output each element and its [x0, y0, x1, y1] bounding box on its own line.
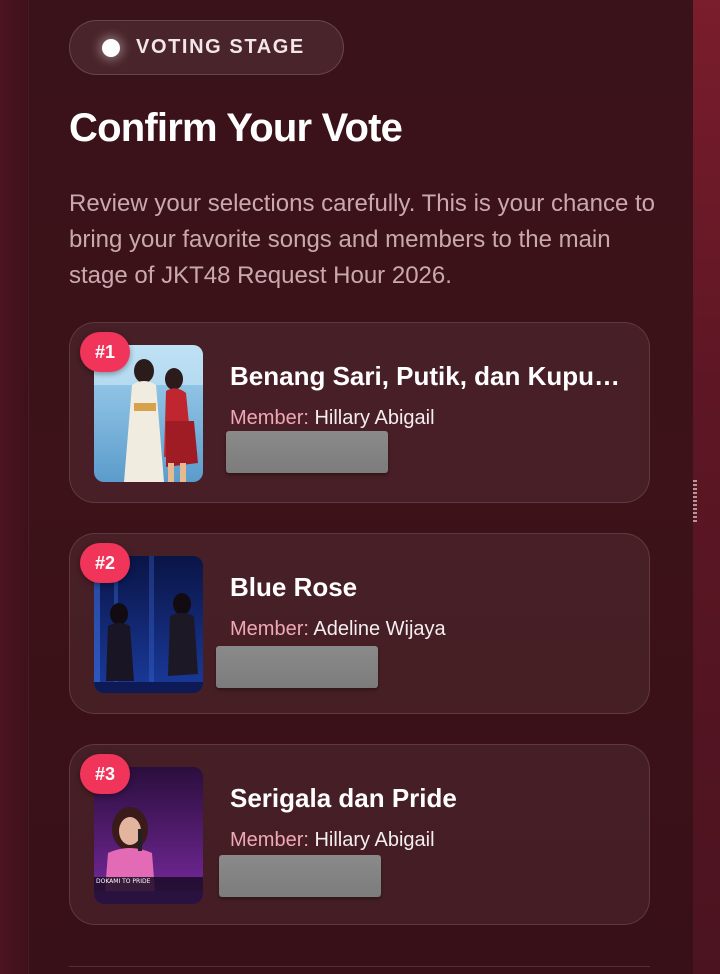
member-label: Member: [230, 618, 309, 640]
rank-badge: #1 [80, 332, 130, 372]
member-line: Member: Hillary Abigail [230, 407, 435, 430]
stage-label: VOTING STAGE [136, 36, 305, 58]
redacted-block [216, 646, 378, 688]
scrollbar[interactable] [693, 0, 720, 974]
redacted-block [226, 431, 388, 473]
scroll-indicator [693, 480, 697, 524]
status-dot-icon [102, 38, 120, 57]
redacted-block [219, 855, 381, 897]
vote-card-3[interactable]: DOKAMI TO PRIDE #3 Serigala dan Pride Me… [69, 744, 650, 925]
rank-badge: #3 [80, 754, 130, 794]
member-label: Member: [230, 407, 309, 429]
vote-card-1[interactable]: #1 Benang Sari, Putik, dan Kupu-kupu Mem… [69, 322, 650, 503]
stage-badge: VOTING STAGE [69, 20, 344, 75]
page-description: Review your selections carefully. This i… [69, 190, 656, 289]
thumbnail-caption: DOKAMI TO PRIDE [96, 878, 151, 885]
member-line: Member: Hillary Abigail [230, 829, 435, 852]
member-label: Member: [230, 829, 309, 851]
song-title: Serigala dan Pride [230, 783, 457, 813]
divider [69, 966, 650, 967]
member-line: Member: Adeline Wijaya [230, 618, 446, 641]
rank-badge: #2 [80, 543, 130, 583]
page-title: Confirm Your Vote [69, 106, 403, 150]
member-name: Adeline Wijaya [313, 618, 446, 640]
song-title: Blue Rose [230, 572, 358, 602]
member-name: Hillary Abigail [314, 829, 435, 851]
page: VOTING STAGE Confirm Your Vote Review yo… [0, 0, 720, 974]
member-name: Hillary Abigail [314, 407, 435, 429]
vote-card-2[interactable]: #2 Blue Rose Member: Adeline Wijaya [69, 533, 650, 714]
song-title: Benang Sari, Putik, dan Kupu-kupu [230, 361, 626, 391]
